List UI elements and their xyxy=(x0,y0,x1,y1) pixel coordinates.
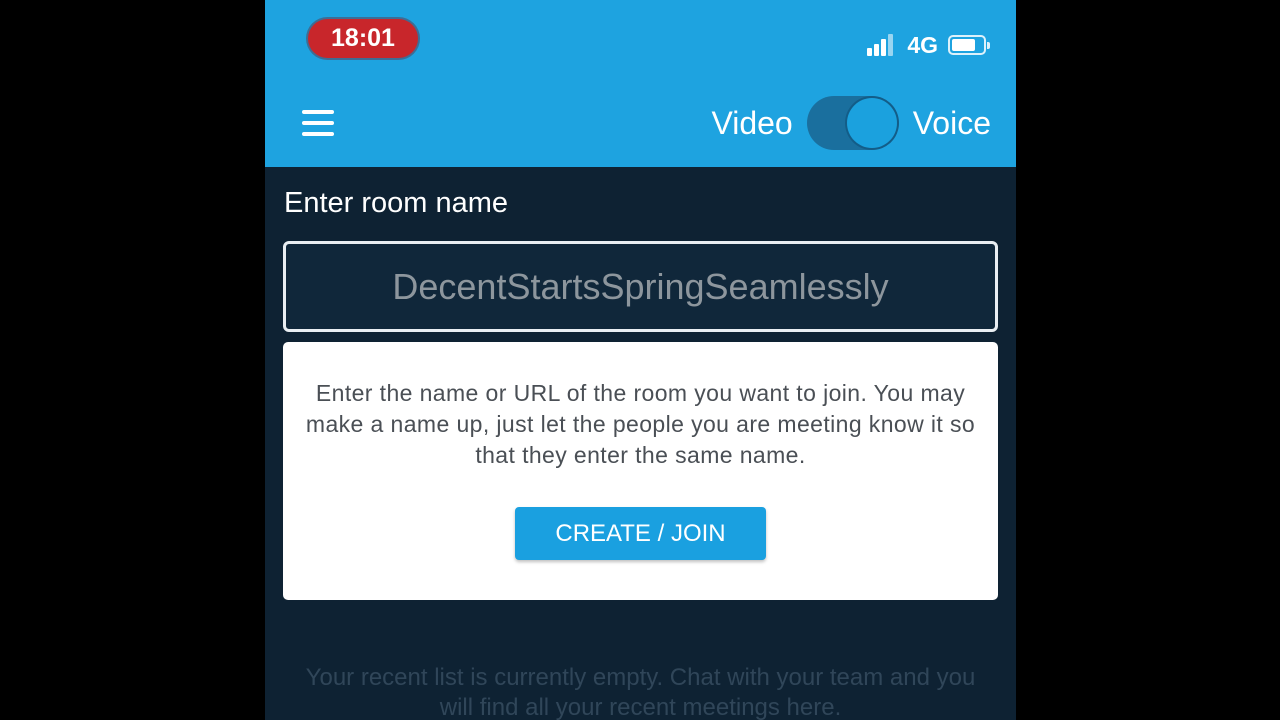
room-name-input[interactable] xyxy=(283,241,998,332)
info-text: Enter the name or URL of the room you wa… xyxy=(305,380,976,468)
battery-level xyxy=(952,39,975,51)
toggle-knob xyxy=(846,98,897,148)
phone-screen: 18:01 4G Video Voice Enter room name Dec… xyxy=(265,0,1016,720)
network-type: 4G xyxy=(907,31,938,58)
video-voice-toggle[interactable] xyxy=(806,96,899,150)
info-card: Enter the name or URL of the room you wa… xyxy=(283,342,998,600)
recent-empty-message: Your recent list is currently empty. Cha… xyxy=(305,664,976,720)
status-bar: 18:01 4G xyxy=(265,0,1016,80)
video-label: Video xyxy=(711,104,793,141)
battery-tip xyxy=(987,42,990,49)
screen: 18:01 4G Video Voice Enter room name Dec… xyxy=(0,0,1280,720)
app-bar: Video Voice xyxy=(265,80,1016,167)
voice-label: Voice xyxy=(912,104,991,141)
room-name-label: Enter room name xyxy=(284,187,509,219)
main-content: Enter room name Enter the name or URL of… xyxy=(265,167,1016,720)
top-bar: 18:01 4G Video Voice xyxy=(265,0,1016,167)
status-time: 18:01 xyxy=(308,19,418,58)
battery-icon xyxy=(948,35,990,55)
create-join-button[interactable]: CREATE / JOIN xyxy=(515,507,766,560)
hamburger-menu-icon[interactable] xyxy=(302,110,334,136)
video-voice-switch: Video Voice xyxy=(711,94,991,152)
signal-bars-icon xyxy=(867,34,897,56)
status-indicators: 4G xyxy=(867,30,990,60)
